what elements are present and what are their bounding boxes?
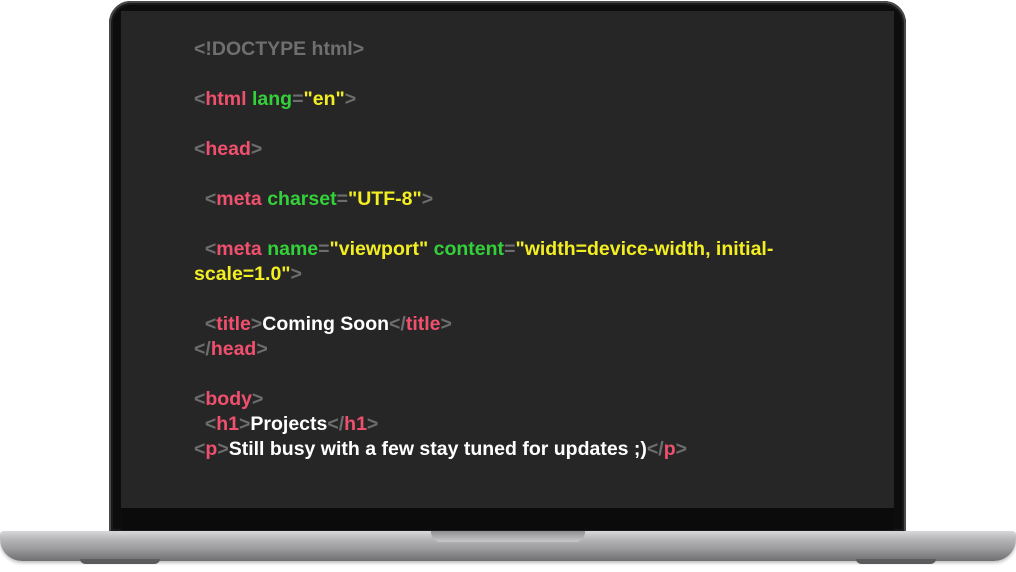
tag-body: body	[205, 388, 252, 410]
laptop-mockup: <!DOCTYPE html> <html lang="en"> <head> …	[0, 0, 1016, 572]
punct: >	[217, 438, 229, 460]
punct: >	[421, 188, 434, 210]
punct: =	[292, 88, 304, 110]
h1-text: Projects	[250, 413, 328, 435]
quote: "	[515, 238, 525, 260]
tag-p: p	[205, 438, 218, 460]
tag-meta: meta	[216, 238, 262, 260]
code-line-meta-charset: <meta charset="UTF-8">	[194, 187, 874, 212]
code-line-title: <title>Coming Soon</title>	[194, 312, 874, 337]
tag-h1: h1	[216, 413, 239, 435]
tag-head: head	[210, 338, 257, 360]
punct: =	[504, 238, 516, 260]
quote: "	[412, 188, 422, 210]
punct: >	[290, 263, 302, 285]
punct: =	[336, 188, 348, 210]
value-lang: en	[312, 88, 336, 110]
code-editor[interactable]: <!DOCTYPE html> <html lang="en"> <head> …	[194, 37, 874, 462]
punct: </	[389, 313, 406, 335]
title-text: Coming Soon	[262, 313, 390, 335]
punct: <	[194, 388, 206, 410]
punct: >	[366, 413, 379, 435]
code-line-head-open: <head>	[194, 137, 874, 162]
attr-lang: lang	[251, 88, 293, 110]
punct: </	[194, 338, 211, 360]
punct: >	[239, 413, 251, 435]
quote: "	[335, 88, 345, 110]
punct: <	[204, 313, 217, 335]
punct: </	[327, 413, 345, 435]
value-name: viewport	[338, 238, 419, 260]
tag-title: title	[216, 313, 251, 335]
laptop-foot-right	[856, 559, 936, 564]
quote: "	[418, 238, 429, 260]
bottom-bezel	[121, 508, 894, 530]
tag-p: p	[663, 438, 676, 460]
punct: <	[204, 413, 217, 435]
trackpad-notch	[431, 531, 585, 542]
punct: >	[344, 88, 357, 110]
value-charset: UTF-8	[357, 188, 413, 210]
code-line-meta-viewport: <meta name="viewport" content="width=dev…	[194, 237, 874, 287]
code-line-doctype: <!DOCTYPE html>	[194, 37, 874, 62]
quote: "	[281, 263, 291, 285]
punct: <	[194, 88, 206, 110]
laptop-lid: <!DOCTYPE html> <html lang="en"> <head> …	[109, 1, 906, 533]
code-line-head-close: </head>	[194, 337, 874, 362]
punct: >	[256, 338, 268, 360]
punct: >	[250, 138, 263, 160]
doctype-text: <!DOCTYPE html>	[194, 38, 365, 60]
quote: "	[347, 188, 358, 210]
tag-head: head	[205, 138, 251, 160]
punct: >	[250, 313, 263, 335]
code-line-p: <p>Still busy with a few stay tuned for …	[194, 437, 874, 462]
quote: "	[329, 238, 339, 260]
punct: <	[194, 138, 206, 160]
tag-meta: meta	[216, 188, 262, 210]
code-line-body-open: <body>	[194, 387, 874, 412]
tag-h1: h1	[344, 413, 367, 435]
attr-name: name	[267, 238, 319, 260]
code-line-h1: <h1>Projects</h1>	[194, 412, 874, 437]
punct: <	[204, 188, 217, 210]
attr-content: content	[433, 238, 505, 260]
paragraph-text: Still busy with a few stay tuned for upd…	[228, 438, 647, 460]
punct: >	[440, 313, 452, 335]
punct: <	[204, 238, 217, 260]
code-line-html-open: <html lang="en">	[194, 87, 874, 112]
tag-title: title	[405, 313, 441, 335]
laptop-screen: <!DOCTYPE html> <html lang="en"> <head> …	[121, 11, 894, 508]
punct: <	[194, 438, 206, 460]
punct: >	[251, 388, 264, 410]
punct: >	[675, 438, 688, 460]
quote: "	[303, 88, 313, 110]
punct: =	[318, 238, 330, 260]
tag-html: html	[205, 88, 247, 110]
attr-charset: charset	[267, 188, 337, 210]
laptop-foot-left	[80, 559, 160, 564]
punct: </	[646, 438, 664, 460]
